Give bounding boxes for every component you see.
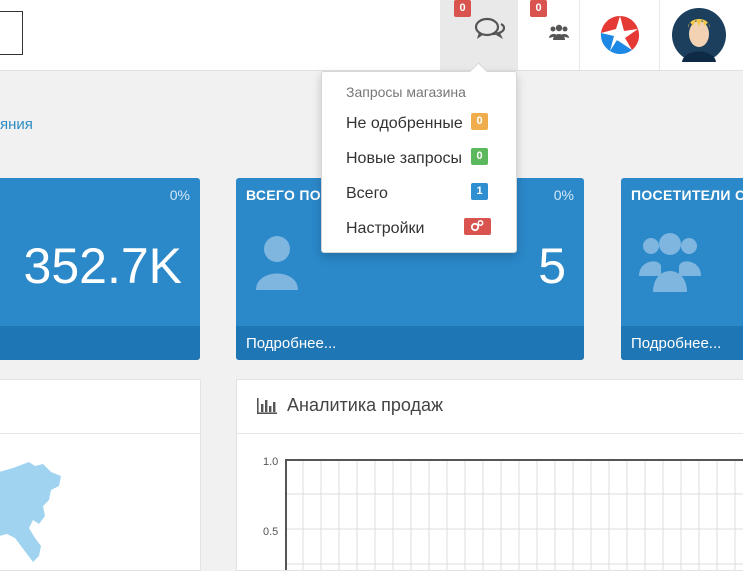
box-divider (237, 433, 743, 434)
user-icon (256, 236, 298, 290)
comments-icon (474, 17, 506, 39)
search-input[interactable] (0, 11, 23, 55)
panel-percent: 0% (169, 187, 190, 203)
dropdown-item-label: Всего (346, 185, 388, 202)
y-tick-label: 1.0 (263, 456, 279, 468)
store-requests-dropdown: Запросы магазина Не одобренные 0 Новые з… (321, 71, 517, 253)
sales-analytics-box: Аналитика продаж 1.0 0.5 (236, 379, 743, 571)
aperture-logo-icon (600, 15, 640, 55)
box-divider (0, 433, 200, 434)
panel-value: 5 (538, 238, 566, 294)
panel-footer[interactable] (0, 326, 200, 360)
panel-title: ВСЕГО ПО (246, 187, 321, 203)
dropdown-item-label: Настройки (346, 220, 425, 237)
sales-chart-grid (285, 459, 743, 570)
messages-nav-button[interactable]: 0 (440, 0, 518, 70)
panel-footer-link[interactable]: Подробнее... (246, 335, 336, 352)
users-group-icon (639, 233, 701, 292)
dropdown-header: Запросы магазина (346, 84, 466, 100)
dropdown-item-total[interactable]: Всего 1 (322, 180, 516, 210)
stat-panel-1: 0% 352.7K (0, 178, 200, 360)
breadcrumb-link[interactable]: яния (0, 116, 33, 133)
top-navbar: 0 0 (0, 0, 743, 71)
users-nav-button[interactable]: 0 (517, 0, 580, 70)
dropdown-item-label: Не одобренные (346, 115, 463, 132)
user-avatar-cell[interactable] (659, 0, 743, 70)
sales-analytics-title: Аналитика продаж (287, 395, 444, 415)
dropdown-item-label: Новые запросы (346, 150, 462, 167)
gears-icon (464, 218, 491, 235)
panel-footer[interactable]: Подробнее... (621, 326, 743, 360)
users-badge: 0 (530, 0, 547, 17)
stat-panel-3: ПОСЕТИТЕЛИ С Подробнее... (621, 178, 743, 360)
brand-logo-cell[interactable] (579, 0, 660, 70)
panel-footer-link[interactable]: Подробнее... (631, 335, 721, 352)
bar-chart-icon (257, 398, 277, 414)
new-requests-badge: 0 (471, 148, 488, 165)
panel-percent: 0% (553, 187, 574, 203)
y-tick-label: 0.5 (263, 526, 279, 538)
total-badge: 1 (471, 183, 488, 200)
world-map (0, 462, 61, 562)
not-approved-badge: 0 (471, 113, 488, 130)
dropdown-item-not-approved[interactable]: Не одобренные 0 (322, 110, 516, 140)
users-icon (549, 24, 569, 40)
dropdown-item-new-requests[interactable]: Новые запросы 0 (322, 145, 516, 175)
panel-title: ПОСЕТИТЕЛИ С (631, 187, 743, 203)
avatar (672, 8, 726, 62)
dropdown-item-settings[interactable]: Настройки (322, 215, 516, 245)
panel-footer[interactable]: Подробнее... (236, 326, 584, 360)
messages-badge: 0 (454, 0, 471, 17)
panel-value: 352.7K (23, 238, 182, 294)
map-box (0, 379, 201, 571)
